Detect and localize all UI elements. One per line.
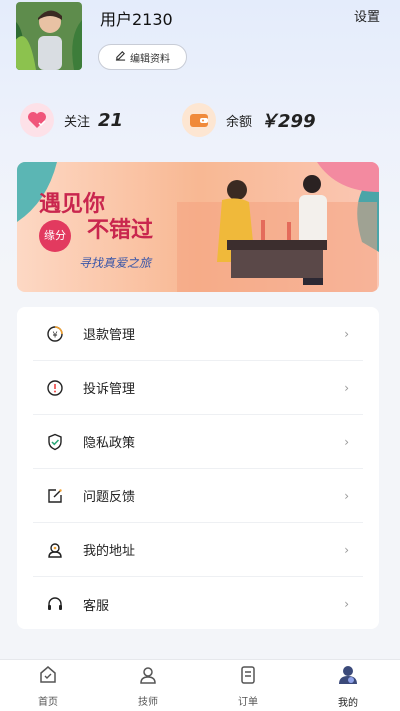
banner-subtitle: 寻找真爱之旅 [79, 256, 152, 270]
edit-icon [115, 50, 126, 64]
menu-label-privacy: 隐私政策 [83, 436, 136, 451]
tab-technician[interactable]: 技师 [118, 660, 178, 711]
menu-label-complaint: 投诉管理 [83, 382, 136, 397]
menu-label-feedback: 问题反馈 [83, 490, 136, 505]
chevron-right-icon: › [344, 434, 349, 449]
username: 用户2130 [100, 10, 173, 29]
tab-label-mine: 我的 [338, 697, 358, 709]
tab-label-orders: 订单 [238, 696, 258, 708]
menu-card: ¥ 退款管理 › 投诉管理 › 隐私政策 › 问题反馈 › 我的地址 › 客服 … [17, 307, 379, 629]
promo-banner[interactable]: 遇见你 不错过 缘分 寻找真爱之旅 [17, 162, 379, 292]
address-icon [45, 540, 65, 560]
settings-link[interactable]: 设置 [354, 6, 380, 25]
banner-badge: 缘分 [39, 220, 71, 252]
menu-item-refund[interactable]: ¥ 退款管理 › [33, 307, 363, 361]
edit-profile-button[interactable]: 编辑资料 [98, 44, 187, 70]
tab-mine[interactable]: 我的 [318, 660, 378, 711]
menu-item-feedback[interactable]: 问题反馈 › [33, 469, 363, 523]
chevron-right-icon: › [344, 380, 349, 395]
edit-profile-label: 编辑资料 [130, 53, 170, 65]
tab-label-technician: 技师 [138, 696, 158, 708]
balance-value: ￥299 [260, 111, 316, 132]
person-icon [138, 665, 158, 689]
tab-orders[interactable]: 订单 [218, 660, 278, 711]
menu-label-address: 我的地址 [83, 544, 136, 559]
refund-icon: ¥ [45, 324, 65, 344]
menu-item-address[interactable]: 我的地址 › [33, 523, 363, 577]
follow-label: 关注 [64, 114, 91, 130]
chevron-right-icon: › [344, 597, 349, 611]
avatar[interactable] [16, 2, 82, 70]
tab-label-home: 首页 [38, 696, 58, 708]
headset-icon [45, 594, 65, 614]
complaint-icon [45, 378, 65, 398]
tab-home[interactable]: 首页 [18, 660, 78, 711]
balance-stat[interactable]: 余额 ￥299 [182, 102, 316, 138]
chevron-right-icon: › [344, 326, 349, 341]
heart-icon [20, 103, 54, 137]
chevron-right-icon: › [344, 488, 349, 503]
feedback-icon [45, 486, 65, 506]
chevron-right-icon: › [344, 542, 349, 557]
wallet-icon [182, 103, 216, 137]
home-icon [38, 665, 58, 689]
menu-item-complaint[interactable]: 投诉管理 › [33, 361, 363, 415]
menu-item-service[interactable]: 客服 › [33, 577, 363, 631]
follow-stat[interactable]: 关注 21 [20, 102, 123, 138]
svg-text:¥: ¥ [52, 330, 57, 339]
follow-count: 21 [98, 109, 124, 131]
menu-item-privacy[interactable]: 隐私政策 › [33, 415, 363, 469]
balance-label: 余额 [226, 114, 253, 130]
menu-label-refund: 退款管理 [83, 328, 136, 343]
tab-bar: 首页 技师 订单 我的 [0, 659, 400, 711]
banner-title-2: 不错过 [87, 217, 154, 243]
profile-icon [337, 664, 359, 690]
order-icon [238, 665, 258, 689]
shield-icon [45, 432, 65, 452]
menu-label-service: 客服 [83, 598, 110, 614]
